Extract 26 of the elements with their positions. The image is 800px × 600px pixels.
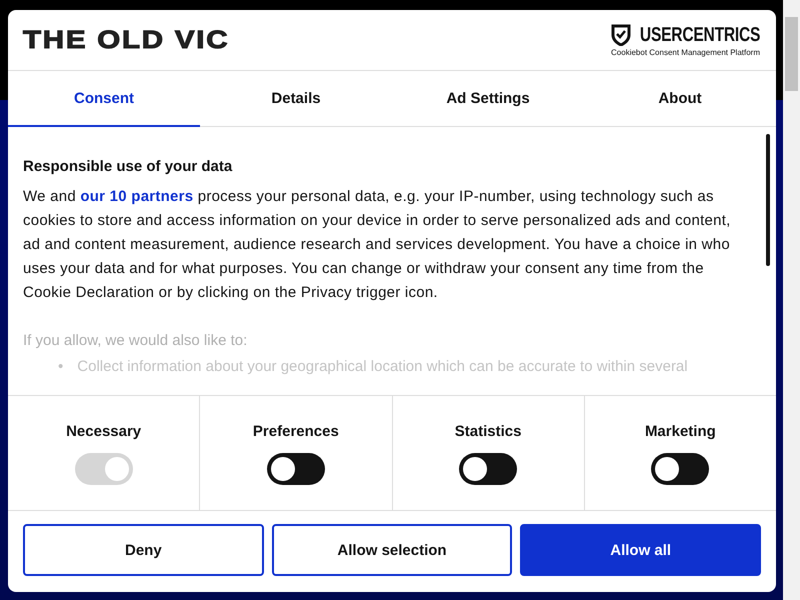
toggle-switch[interactable]: [459, 453, 518, 485]
toggle-switch[interactable]: [266, 453, 325, 485]
intro-paragraph: We and our 10 partners process your personal data, e.g. your IP-number, using technology such as cookies to store and access information on your device in order to serve personalized ads and content, ad and content measurement, audience research and services development. You have a choice in who uses your data and for what purposes. You can change or withdraw your consent any time from the Cookie Declaration or by clicking on the Privacy trigger icon.: [23, 187, 732, 303]
tab[interactable]: Details: [200, 71, 392, 127]
section-heading: Responsible use of your data: [23, 158, 234, 175]
brand-name: USERCENTRICS: [640, 24, 760, 46]
scrollbar-thumb[interactable]: [766, 134, 770, 266]
brand-tagline: Cookiebot Consent Management Platform: [611, 48, 760, 56]
bullet-item: Collect information about your geographical location which can be accurate to within several: [77, 357, 688, 377]
partners-link[interactable]: our 10 partners: [80, 188, 194, 205]
toggle-switch[interactable]: [651, 453, 710, 485]
category-label: Preferences: [252, 423, 339, 440]
action-button[interactable]: Allow selection: [272, 524, 512, 576]
subheading: If you allow, we would also like to:: [23, 331, 248, 351]
allow-all-button[interactable]: Allow all: [520, 524, 762, 576]
logo: THE OLD VIC: [23, 26, 230, 54]
shield-check-icon: [610, 24, 631, 46]
bullet-marker: •: [58, 357, 64, 377]
category-label: Marketing: [644, 423, 716, 440]
category-label: Necessary: [66, 423, 142, 440]
tab[interactable]: Ad Settings: [392, 71, 584, 127]
tab[interactable]: About: [584, 71, 776, 127]
category-label: Statistics: [454, 423, 522, 440]
tab[interactable]: Consent: [8, 71, 200, 127]
action-button[interactable]: Deny: [23, 524, 264, 576]
page-scrollbar[interactable]: [783, 0, 800, 600]
